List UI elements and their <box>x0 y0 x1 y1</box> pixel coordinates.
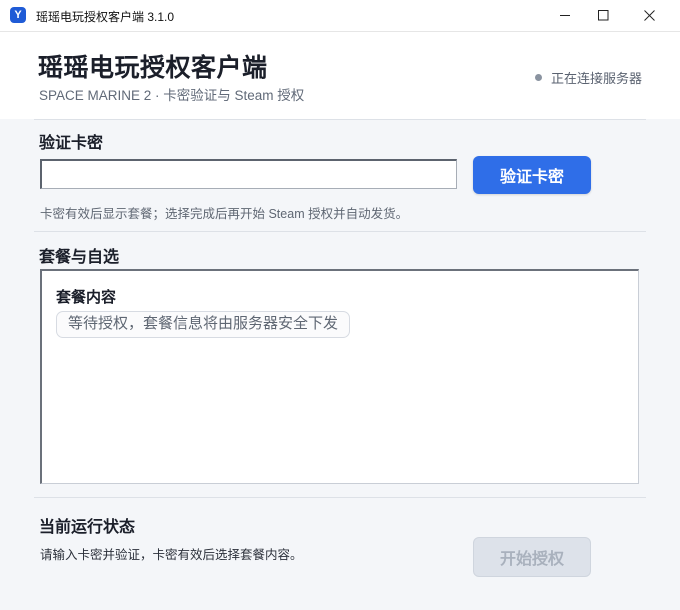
status-section-title: 当前运行状态 <box>39 519 136 536</box>
connection-status: 正在连接服务器 <box>534 68 642 87</box>
close-icon <box>643 10 655 21</box>
package-panel: 套餐内容 等待授权，套餐信息将由服务器安全下发 <box>40 269 639 484</box>
package-content-heading: 套餐内容 <box>56 289 117 306</box>
connection-status-text: 正在连接服务器 <box>550 71 642 86</box>
package-section-title: 套餐与自选 <box>39 249 120 266</box>
app-logo-icon: Y <box>10 7 26 23</box>
app-title: 瑶瑶电玩授权客户端 <box>38 54 268 82</box>
header-divider <box>34 119 646 120</box>
status-dot-icon <box>534 74 542 81</box>
status-message: 请输入卡密并验证，卡密有效后选择套餐内容。 <box>40 548 303 562</box>
section-divider <box>34 231 646 232</box>
close-button[interactable] <box>626 0 672 31</box>
window-titlebar: Y 瑶瑶电玩授权客户端 3.1.0 <box>0 0 680 32</box>
app-subtitle: SPACE MARINE 2 · 卡密验证与 Steam 授权 <box>39 88 305 103</box>
start-authorization-button[interactable]: 开始授权 <box>473 537 591 577</box>
app-header: 瑶瑶电玩授权客户端 SPACE MARINE 2 · 卡密验证与 Steam 授… <box>0 32 680 119</box>
window-title: 瑶瑶电玩授权客户端 3.1.0 <box>36 10 175 24</box>
section-divider <box>34 497 646 498</box>
verify-hint: 卡密有效后显示套餐；选择完成后再开始 Steam 授权并自动发货。 <box>40 207 409 221</box>
main-content: 验证卡密 验证卡密 卡密有效后显示套餐；选择完成后再开始 Steam 授权并自动… <box>0 119 680 610</box>
card-key-input[interactable] <box>40 159 457 189</box>
package-waiting-badge: 等待授权，套餐信息将由服务器安全下发 <box>56 311 351 338</box>
verify-section-title: 验证卡密 <box>39 135 104 152</box>
maximize-icon <box>597 10 608 21</box>
verify-card-button[interactable]: 验证卡密 <box>473 156 591 194</box>
minimize-icon <box>559 15 570 16</box>
maximize-button[interactable] <box>580 0 626 31</box>
